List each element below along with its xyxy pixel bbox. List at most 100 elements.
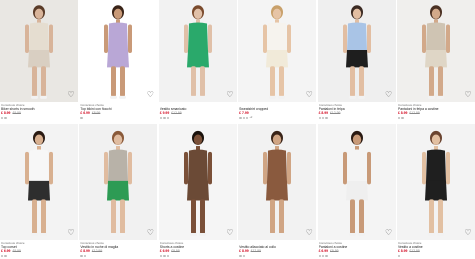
color-swatch[interactable] (239, 254, 242, 257)
color-swatch[interactable] (163, 116, 166, 119)
sale-price: £ 8.99 (239, 249, 249, 254)
color-swatches (80, 116, 156, 119)
product-card[interactable]: ♡ Conscious choice Top bikini con fiocch… (79, 0, 158, 124)
color-swatch[interactable] (4, 254, 7, 257)
color-swatch[interactable] (166, 254, 169, 257)
color-swatches (159, 254, 236, 257)
product-image[interactable]: ♡ (79, 124, 158, 240)
color-swatch[interactable] (401, 116, 404, 119)
color-swatch[interactable] (4, 116, 7, 119)
color-swatch[interactable] (397, 116, 401, 119)
product-image[interactable]: ♡ (238, 0, 317, 102)
product-card[interactable]: ♡ Vestito allacciato al collo £ 8.99 £12.… (238, 124, 317, 259)
sale-price: £ 6.99 (1, 249, 11, 254)
sale-price: £ 6.99 (159, 249, 170, 254)
product-card[interactable]: ♡ Conscious choice Vestito in ruche di m… (79, 124, 158, 259)
heart-icon[interactable]: ♡ (385, 91, 393, 99)
product-card[interactable]: ♡ Conscious choice Top corset £ 6.99 £9.9… (0, 124, 78, 259)
product-image[interactable]: ♡ (317, 0, 396, 102)
heart-icon[interactable]: ♡ (385, 229, 393, 237)
product-meta: Conscious choice Top corset £ 6.99 £9.99 (0, 240, 78, 257)
model-figure (0, 0, 78, 102)
color-swatch[interactable] (318, 254, 321, 257)
color-swatch[interactable] (245, 116, 249, 119)
product-image[interactable]: ♡ (396, 0, 475, 102)
heart-icon[interactable]: ♡ (146, 91, 154, 99)
color-swatches (1, 254, 77, 257)
product-card[interactable]: ♡ Conscious choice Pantaloni in felpa a … (396, 0, 475, 124)
product-image[interactable]: ♡ (317, 124, 396, 240)
color-swatch[interactable] (80, 254, 83, 257)
product-image[interactable]: ♡ (0, 0, 78, 102)
color-swatch[interactable] (321, 254, 325, 257)
product-image[interactable]: ♡ (238, 124, 317, 240)
original-price: £12.99 (409, 111, 420, 116)
original-price: £12.99 (171, 111, 182, 116)
product-card[interactable]: ♡ Vestito smanicato £ 9.99 £12.99 (158, 0, 237, 124)
model-figure (238, 124, 317, 240)
color-swatch[interactable] (318, 116, 321, 119)
product-image[interactable]: ♡ (396, 124, 475, 240)
heart-icon[interactable]: ♡ (226, 229, 234, 237)
color-swatches (1, 116, 77, 119)
heart-icon[interactable]: ♡ (67, 229, 75, 237)
sale-price: £ 8.99 (318, 111, 328, 116)
color-swatch[interactable] (1, 254, 4, 257)
heart-icon[interactable]: ♡ (464, 229, 472, 237)
product-card[interactable]: ♡ Conscious choice Pantaloni in felpa £ … (317, 0, 396, 124)
color-swatches (318, 116, 395, 119)
product-image[interactable]: ♡ (0, 124, 78, 240)
product-meta: Conscious choice Shorts a costine £ 6.99… (159, 240, 237, 257)
sale-price: £ 6.99 (318, 249, 328, 254)
product-card[interactable]: ♡ Conscious choice Shorts a costine £ 6.… (158, 124, 237, 259)
color-swatch[interactable] (325, 116, 328, 119)
model-figure (0, 124, 78, 240)
color-swatch[interactable] (397, 254, 401, 257)
color-swatch[interactable] (242, 254, 245, 257)
color-swatch[interactable] (159, 254, 163, 257)
original-price: £8.99 (91, 111, 101, 116)
product-card[interactable]: ♡ Conscious choice Pantaloni a costine £… (317, 124, 396, 259)
original-price: £12.99 (250, 249, 261, 254)
product-grid: ♡ Conscious choice Biker shorts in smoot… (0, 0, 475, 259)
color-swatch[interactable] (166, 116, 169, 119)
color-swatch[interactable] (83, 254, 87, 257)
product-card[interactable]: ♡ Conscious choice Biker shorts in smoot… (0, 0, 78, 124)
heart-icon[interactable]: ♡ (305, 91, 313, 99)
product-meta: Vestito smanicato £ 9.99 £12.99 (159, 102, 237, 119)
product-image[interactable]: ♡ (158, 0, 237, 102)
sale-price: £ 8.99 (397, 249, 408, 254)
color-swatches (318, 254, 395, 257)
model-figure (317, 124, 396, 240)
color-swatch[interactable] (239, 116, 242, 119)
color-swatches (397, 254, 474, 257)
sale-price: £ 6.99 (80, 111, 90, 116)
product-card[interactable]: ♡ Conscious choice Vestito a costine £ 8… (396, 124, 475, 259)
model-figure (317, 0, 396, 102)
product-image[interactable]: ♡ (158, 124, 237, 240)
product-meta: Conscious choice Top bikini con fiocchi … (79, 102, 157, 119)
product-card[interactable]: ♡ Sweatshirt cropped £ 7.99 +2 (238, 0, 317, 124)
product-meta: Conscious choice Vestito a costine £ 8.9… (397, 240, 475, 257)
color-swatch[interactable] (1, 116, 4, 119)
heart-icon[interactable]: ♡ (226, 91, 234, 99)
model-figure (79, 0, 158, 102)
product-image[interactable]: ♡ (79, 0, 158, 102)
color-swatch[interactable] (163, 254, 166, 257)
color-swatch[interactable] (321, 116, 325, 119)
heart-icon[interactable]: ♡ (464, 91, 472, 99)
heart-icon[interactable]: ♡ (305, 229, 313, 237)
product-meta: Conscious choice Pantaloni in felpa £ 8.… (318, 102, 396, 119)
heart-icon[interactable]: ♡ (67, 91, 75, 99)
color-swatch[interactable] (159, 116, 163, 119)
original-price: £12.99 (409, 249, 420, 254)
color-swatch[interactable] (325, 254, 328, 257)
color-swatch[interactable] (242, 116, 245, 119)
product-price: £ 8.99 £9.99 (1, 111, 77, 115)
sale-price: £ 8.99 (80, 249, 90, 254)
heart-icon[interactable]: ♡ (146, 229, 154, 237)
color-swatch[interactable] (80, 116, 83, 119)
sale-price: £ 8.99 (397, 111, 408, 116)
original-price: £12.99 (330, 111, 341, 116)
sale-price: £ 9.99 (159, 111, 170, 116)
